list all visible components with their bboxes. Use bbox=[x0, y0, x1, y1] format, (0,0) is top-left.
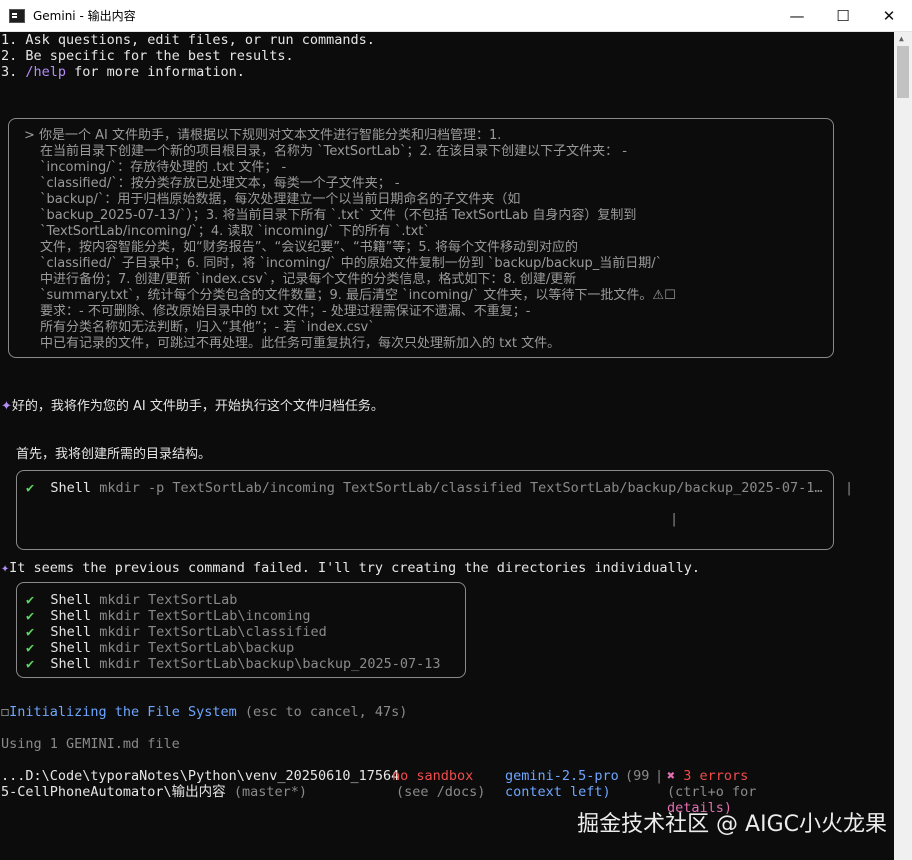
prompt-line: 中进行备份；7. 创建/更新 `index.csv`，记录每个文件的分类信息，格… bbox=[40, 272, 577, 287]
intro-line-2: 2. Be specific for the best results. bbox=[1, 48, 294, 64]
close-button[interactable]: ✕ bbox=[866, 0, 912, 32]
intro-line-1: 1. Ask questions, edit files, or run com… bbox=[1, 32, 375, 48]
window-title: Gemini - 输出内容 bbox=[33, 9, 136, 23]
scroll-thumb[interactable] bbox=[897, 46, 909, 98]
shell-call-1[interactable]: ✔ Shell mkdir -p TextSortLab/incoming Te… bbox=[26, 480, 823, 496]
context-percent: (99 bbox=[625, 768, 650, 784]
model-name: gemini-2.5-pro bbox=[505, 768, 619, 784]
minimize-button[interactable]: — bbox=[774, 0, 820, 32]
footer-divider: | bbox=[655, 768, 664, 784]
prompt-line: > 你是一个 AI 文件助手，请根据以下规则对文本文件进行智能分类和归档管理：1… bbox=[24, 128, 502, 143]
terminal-app-icon bbox=[9, 8, 25, 23]
sparkle-icon: ✦ bbox=[1, 560, 10, 576]
shell-call[interactable]: ✔ Shell mkdir TextSortLab\incoming bbox=[26, 608, 311, 624]
errors-indicator[interactable]: ✖ 3 errors bbox=[667, 768, 748, 784]
shell-command: mkdir TextSortLab bbox=[99, 592, 238, 608]
prompt-line: 所有分类名称如无法判断，归入“其他”；- 若 `index.csv` bbox=[40, 320, 375, 335]
shell-command: mkdir TextSortLab\backup\backup_2025-07-… bbox=[99, 656, 441, 672]
check-icon: ✔ bbox=[26, 480, 35, 496]
prompt-line: `summary.txt`，统计每个分类包含的文件数量；9. 最后清空 `inc… bbox=[40, 288, 676, 303]
sandbox-status: no sandbox bbox=[392, 768, 474, 784]
errors-hint: (ctrl+o for bbox=[667, 784, 757, 800]
check-icon: ✔ bbox=[26, 656, 35, 672]
prompt-line: `classified/`：按分类存放已处理文本，每类一个子文件夹； - bbox=[40, 176, 400, 191]
box-border-mark: | bbox=[845, 480, 854, 496]
scroll-up-arrow-icon[interactable]: ▲ bbox=[899, 34, 904, 43]
context-label: context left) bbox=[505, 784, 611, 800]
prompt-line: `classified/` 子目录中；6. 同时，将 `incoming/` 中… bbox=[40, 256, 663, 271]
user-prompt-text: > 你是一个 AI 文件助手，请根据以下规则对文本文件进行智能分类和归档管理：1… bbox=[24, 128, 824, 352]
box-border-mark: | bbox=[670, 511, 679, 527]
assistant-reply-2: ✦It seems the previous command failed. I… bbox=[1, 560, 700, 576]
status-text: Initializing the File System bbox=[9, 704, 237, 720]
check-icon: ✔ bbox=[26, 640, 35, 656]
shell-command: mkdir TextSortLab\backup bbox=[99, 640, 295, 656]
git-branch: (master*) bbox=[233, 784, 307, 800]
vertical-scrollbar[interactable]: ▲ bbox=[894, 32, 912, 860]
prompt-line: 要求：- 不可删除、修改原始目录中的 txt 文件；- 处理过程需保证不遗漏、不… bbox=[40, 304, 531, 319]
status-hint: (esc to cancel, 47s) bbox=[244, 704, 408, 720]
prompt-line: `TextSortLab/incoming/`；4. 读取 `incoming/… bbox=[40, 224, 430, 239]
shell-call[interactable]: ✔ Shell mkdir TextSortLab bbox=[26, 592, 237, 608]
prompt-line: `incoming/`：存放待处理的 .txt 文件； - bbox=[40, 160, 287, 175]
loading-status: ☐Initializing the File System (esc to ca… bbox=[1, 704, 407, 720]
prompt-line: 在当前目录下创建一个新的项目根目录，名称为 `TextSortLab`；2. 在… bbox=[40, 144, 627, 159]
intro-line-3: 3. /help for more information. bbox=[1, 64, 245, 80]
shell-command: mkdir TextSortLab\incoming bbox=[99, 608, 311, 624]
check-icon: ✔ bbox=[26, 624, 35, 640]
footer-path-2: 5-CellPhoneAutomator\输出内容 (master*) bbox=[1, 784, 307, 800]
shell-command: mkdir -p TextSortLab/incoming TextSortLa… bbox=[99, 480, 823, 496]
check-icon: ✔ bbox=[26, 608, 35, 624]
assistant-reply-1: ✦好的，我将作为您的 AI 文件助手，开始执行这个文件归档任务。 bbox=[1, 399, 384, 414]
help-command: /help bbox=[25, 64, 67, 80]
check-icon: ✔ bbox=[26, 592, 35, 608]
sandbox-hint: (see /docs) bbox=[396, 784, 486, 800]
footer-path: ...D:\Code\typoraNotes\Python\venv_20250… bbox=[1, 768, 400, 784]
window-titlebar: Gemini - 输出内容 — ☐ ✕ bbox=[0, 0, 912, 32]
prompt-line: `backup/`：用于归档原始数据，每次处理建立一个以当前日期命名的子文件夹（… bbox=[40, 192, 521, 207]
shell-call[interactable]: ✔ Shell mkdir TextSortLab\backup bbox=[26, 640, 294, 656]
watermark: 掘金技术社区 @ AIGC小火龙果 bbox=[577, 812, 887, 837]
sparkle-icon: ✦ bbox=[1, 399, 12, 414]
assistant-step-text: 首先，我将创建所需的目录结构。 bbox=[16, 447, 212, 462]
context-file-info: Using 1 GEMINI.md file bbox=[1, 736, 180, 752]
shell-call[interactable]: ✔ Shell mkdir TextSortLab\classified bbox=[26, 624, 327, 640]
prompt-line: 文件，按内容智能分类，如“财务报告”、“会议纪要”、“书籍”等；5. 将每个文件… bbox=[40, 240, 578, 255]
shell-command: mkdir TextSortLab\classified bbox=[99, 624, 327, 640]
shell-label: Shell bbox=[50, 480, 92, 496]
prompt-line: `backup_2025-07-13/`）；3. 将当前目录下所有 `.txt`… bbox=[40, 208, 637, 223]
error-icon: ✖ bbox=[667, 768, 676, 784]
prompt-line: 中已有记录的文件，可跳过不再处理。此任务可重复执行，每次只处理新加入的 txt … bbox=[40, 336, 561, 351]
spinner-icon: ☐ bbox=[1, 704, 10, 720]
maximize-button[interactable]: ☐ bbox=[820, 0, 866, 32]
shell-call[interactable]: ✔ Shell mkdir TextSortLab\backup\backup_… bbox=[26, 656, 441, 672]
